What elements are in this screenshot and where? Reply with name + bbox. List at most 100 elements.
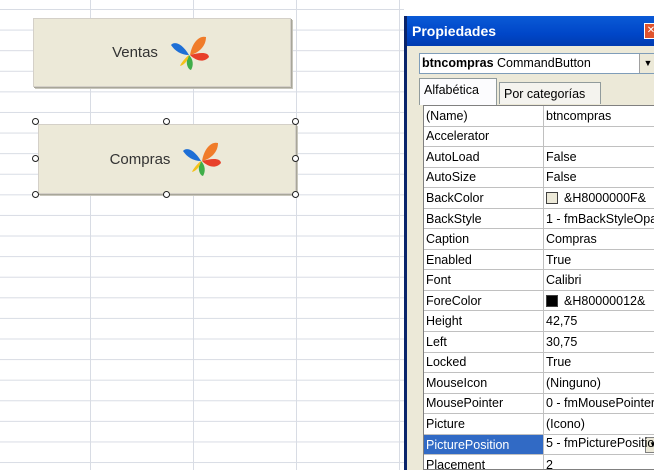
property-value[interactable]: True <box>543 352 654 374</box>
butterfly-logo-icon <box>183 142 222 176</box>
property-value-text: &H8000000F& <box>564 190 647 205</box>
property-value-text: 1 - fmBackStyleOpaque <box>546 211 654 226</box>
property-value-text: False <box>546 149 577 164</box>
property-value-text: True <box>546 252 572 267</box>
property-name: ForeColor <box>424 290 544 312</box>
property-value[interactable] <box>543 126 654 148</box>
property-row[interactable]: BackStyle1 - fmBackStyleOpaque <box>424 208 654 230</box>
object-name: btncompras <box>422 56 494 70</box>
property-row[interactable]: PicturePosition▼5 - fmPicturePositionRig… <box>424 434 654 456</box>
object-type: CommandButton <box>497 56 591 70</box>
property-name: Locked <box>424 352 544 374</box>
color-swatch <box>546 294 558 307</box>
tab-por-categorias[interactable]: Por categorías <box>499 82 601 104</box>
property-name: BackColor <box>424 187 544 209</box>
property-value[interactable]: True <box>543 249 654 271</box>
property-value[interactable]: False <box>543 167 654 189</box>
property-name: Left <box>424 331 544 353</box>
ventas-button-caption: Ventas <box>112 44 158 61</box>
property-row[interactable]: MousePointer0 - fmMousePointerDefault <box>424 393 654 415</box>
properties-title: Propiedades <box>412 23 497 39</box>
property-name: Picture <box>424 413 544 435</box>
property-name: AutoSize <box>424 167 544 189</box>
property-value[interactable]: ▼5 - fmPicturePositionRightCenter <box>543 434 654 456</box>
property-row[interactable]: Font Calibri <box>424 269 654 291</box>
color-swatch <box>546 191 558 204</box>
resize-handle-bottom-left[interactable] <box>32 191 39 198</box>
property-row[interactable]: Accelerator <box>424 126 654 148</box>
property-value[interactable]: 42,75 <box>543 310 654 333</box>
resize-handle-bottom-center[interactable] <box>163 191 170 198</box>
property-row[interactable]: Height 42,75 <box>424 310 654 333</box>
property-value[interactable]: btncompras <box>543 106 654 127</box>
property-name: (Name) <box>424 106 544 127</box>
property-value-text: 2 <box>546 458 553 470</box>
property-value-text: Compras <box>546 232 597 247</box>
ventas-button[interactable]: Ventas <box>33 18 291 87</box>
property-value-text: True <box>546 355 572 370</box>
property-row[interactable]: AutoLoad False <box>424 146 654 168</box>
property-row[interactable]: (Name) btncompras <box>424 106 654 127</box>
property-name: Height <box>424 310 544 333</box>
property-row[interactable]: Locked True <box>424 352 654 374</box>
property-value-text: btncompras <box>546 108 612 123</box>
property-name: Font <box>424 269 544 291</box>
property-value-text: 5 - fmPicturePositionRightCenter <box>546 436 654 451</box>
property-row[interactable]: Enabled True <box>424 249 654 271</box>
property-value[interactable]: False <box>543 146 654 168</box>
property-grid: (Name) btncompras Accelerator AutoLoad False… <box>423 105 654 470</box>
compras-button[interactable]: Compras <box>38 124 296 194</box>
property-name: BackStyle <box>424 208 544 230</box>
spreadsheet-grid[interactable]: Ventas Compras <box>0 0 404 470</box>
property-row[interactable]: BackColor &H8000000F& <box>424 187 654 209</box>
property-row[interactable]: AutoSize False <box>424 167 654 189</box>
property-value-text: &H80000012& <box>564 293 646 308</box>
property-value[interactable]: &H8000000F& <box>543 187 654 209</box>
property-name: Accelerator <box>424 126 544 148</box>
property-name: PicturePosition <box>424 434 544 456</box>
property-row[interactable]: MouseIcon (Ninguno) <box>424 372 654 394</box>
property-value[interactable]: 0 - fmMousePointerDefault <box>543 393 654 415</box>
property-value[interactable]: 2 <box>543 454 654 470</box>
property-row[interactable]: ForeColor &H80000012& <box>424 290 654 312</box>
close-icon[interactable]: ✕ <box>644 23 654 39</box>
property-row[interactable]: Caption Compras <box>424 228 654 250</box>
resize-handle-top-center[interactable] <box>163 118 170 125</box>
tab-alfabetica[interactable]: Alfabética <box>419 78 497 105</box>
properties-window: Propiedades ✕ btncompras CommandButton ▼… <box>404 16 654 470</box>
resize-handle-middle-left[interactable] <box>32 155 39 162</box>
property-value-text: (Ninguno) <box>546 375 601 390</box>
property-row[interactable]: Picture (Icono) <box>424 413 654 435</box>
property-table: (Name) btncompras Accelerator AutoLoad False… <box>424 106 654 470</box>
resize-handle-middle-right[interactable] <box>292 155 299 162</box>
property-name: Enabled <box>424 249 544 271</box>
property-value-text: False <box>546 170 577 185</box>
property-value[interactable]: 30,75 <box>543 331 654 353</box>
property-value[interactable]: Compras <box>543 228 654 250</box>
butterfly-logo-icon <box>170 36 209 70</box>
property-value-text: Calibri <box>546 273 582 288</box>
resize-handle-top-left[interactable] <box>32 118 39 125</box>
property-value[interactable]: (Icono) <box>543 413 654 435</box>
properties-titlebar[interactable]: Propiedades ✕ <box>407 16 654 46</box>
object-selector[interactable]: btncompras CommandButton ▼ <box>419 53 654 74</box>
property-row[interactable]: Placement 2 <box>424 454 654 470</box>
property-name: Caption <box>424 228 544 250</box>
resize-handle-top-right[interactable] <box>292 118 299 125</box>
properties-tabs: Alfabética Por categorías <box>419 78 654 105</box>
compras-button-caption: Compras <box>109 150 171 168</box>
property-value[interactable]: &H80000012& <box>543 290 654 312</box>
chevron-down-icon[interactable]: ▼ <box>639 54 654 73</box>
property-name: Placement <box>424 454 544 469</box>
property-value[interactable]: 1 - fmBackStyleOpaque <box>543 208 654 230</box>
property-name: AutoLoad <box>424 146 544 168</box>
property-row[interactable]: Left 30,75 <box>424 331 654 353</box>
property-value[interactable]: Calibri <box>543 269 654 291</box>
property-value-text: 0 - fmMousePointerDefault <box>546 396 654 411</box>
property-value-text: 30,75 <box>546 334 578 349</box>
property-value[interactable]: (Ninguno) <box>543 372 654 394</box>
property-value-text: (Icono) <box>546 416 585 431</box>
property-name: MouseIcon <box>424 372 544 394</box>
property-value-text: 42,75 <box>546 314 578 329</box>
resize-handle-bottom-right[interactable] <box>292 191 299 198</box>
